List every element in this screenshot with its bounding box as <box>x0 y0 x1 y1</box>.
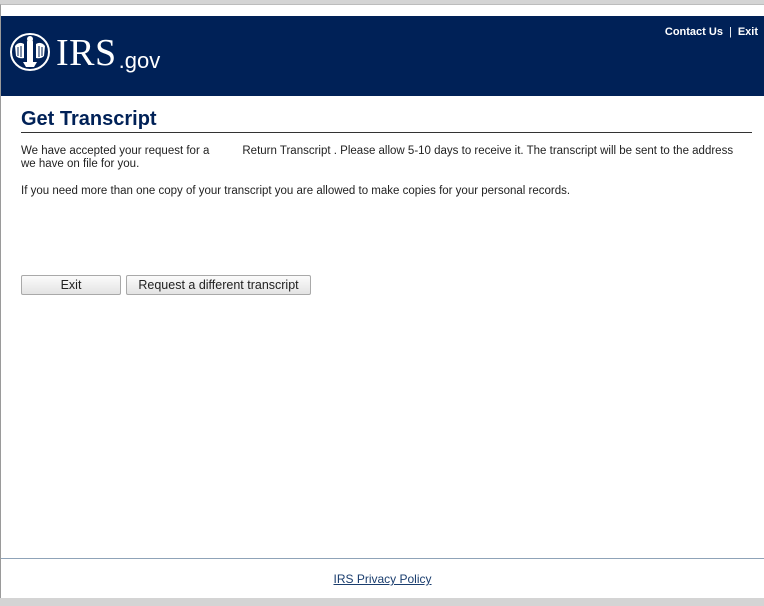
logo-suffix: .gov <box>118 48 161 73</box>
page-title: Get Transcript <box>21 108 752 133</box>
irs-eagle-icon <box>10 33 50 71</box>
contact-us-link[interactable]: Contact Us <box>665 26 723 38</box>
site-header: IRS .gov Contact Us | Exit <box>1 16 764 96</box>
copies-message: If you need more than one copy of your t… <box>21 185 571 197</box>
irs-logo[interactable]: IRS .gov <box>9 32 160 72</box>
request-different-transcript-button[interactable]: Request a different transcript <box>126 275 311 295</box>
page-frame: IRS .gov Contact Us | Exit Get Transcript … <box>0 4 764 598</box>
link-separator: | <box>728 26 732 38</box>
confirmation-message: We have accepted your request for a Retur… <box>21 145 741 171</box>
header-links: Contact Us | Exit <box>665 26 758 38</box>
exit-button[interactable]: Exit <box>21 275 121 295</box>
privacy-policy-link[interactable]: IRS Privacy Policy <box>333 572 431 586</box>
header-exit-link[interactable]: Exit <box>738 26 758 38</box>
logo-text: IRS <box>56 32 117 74</box>
message-part1: We have accepted your request for a <box>21 145 210 157</box>
footer: IRS Privacy Policy <box>1 572 764 586</box>
footer-divider <box>1 558 764 559</box>
transcript-type: Return Transcript <box>242 145 331 157</box>
